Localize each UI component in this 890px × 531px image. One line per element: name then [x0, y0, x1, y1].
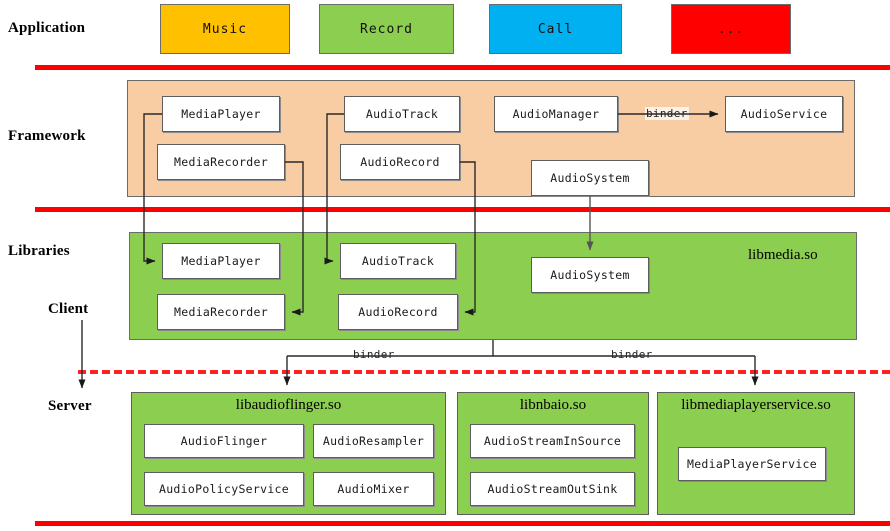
row-label-application: Application — [8, 20, 86, 36]
node-label: MediaRecorder — [174, 305, 268, 319]
server-node-audiostreamoutsink[interactable]: AudioStreamOutSink — [470, 472, 635, 506]
app-box-music[interactable]: Music — [160, 4, 290, 54]
node-label: MediaRecorder — [174, 155, 268, 169]
client-server-boundary — [78, 370, 890, 374]
app-box-other-label: ... — [717, 21, 745, 37]
server-group-libnbaio-title: libnbaio.so — [519, 397, 587, 413]
libmedia-caption: libmedia.so — [748, 247, 818, 263]
library-node-audiosystem[interactable]: AudioSystem — [531, 257, 649, 293]
server-node-audioflinger[interactable]: AudioFlinger — [144, 424, 304, 458]
node-label: AudioTrack — [361, 254, 435, 268]
row-label-libraries: Libraries — [8, 243, 70, 259]
separator-framework — [35, 207, 890, 212]
app-box-other[interactable]: ... — [671, 4, 791, 54]
node-label: AudioStreamInSource — [483, 434, 622, 448]
node-label: MediaPlayerService — [686, 457, 818, 471]
node-label: AudioSystem — [550, 171, 630, 185]
app-box-music-label: Music — [202, 21, 248, 37]
library-node-audiotrack[interactable]: AudioTrack — [340, 243, 456, 279]
separator-application — [35, 65, 890, 70]
node-label: AudioResampler — [322, 434, 425, 448]
row-label-client: Client — [48, 301, 89, 317]
node-label: AudioManager — [512, 107, 600, 121]
framework-node-mediarecorder[interactable]: MediaRecorder — [157, 144, 285, 180]
server-node-mediaplayerservice[interactable]: MediaPlayerService — [678, 447, 826, 481]
server-group-libmediaplayerservice-title: libmediaplayerservice.so — [681, 397, 831, 413]
node-label: AudioSystem — [550, 268, 630, 282]
app-box-record-label: Record — [360, 21, 413, 37]
framework-binder-label: binder — [645, 107, 689, 120]
framework-node-audiosystem[interactable]: AudioSystem — [531, 160, 649, 196]
library-node-mediarecorder[interactable]: MediaRecorder — [157, 294, 285, 330]
framework-node-audioservice[interactable]: AudioService — [725, 96, 843, 132]
row-label-framework: Framework — [8, 128, 86, 144]
architecture-diagram: Application Framework Libraries Client S… — [0, 0, 890, 531]
library-node-mediaplayer[interactable]: MediaPlayer — [162, 243, 280, 279]
node-label: AudioMixer — [337, 482, 410, 496]
row-label-server: Server — [48, 398, 92, 414]
node-label: AudioTrack — [365, 107, 439, 121]
server-node-audiostreaminsource[interactable]: AudioStreamInSource — [470, 424, 635, 458]
app-box-call-label: Call — [537, 21, 574, 37]
framework-node-mediaplayer[interactable]: MediaPlayer — [162, 96, 280, 132]
framework-node-audiorecord[interactable]: AudioRecord — [340, 144, 460, 180]
node-label: AudioRecord — [360, 155, 440, 169]
library-node-audiorecord[interactable]: AudioRecord — [338, 294, 458, 330]
framework-node-audiomanager[interactable]: AudioManager — [494, 96, 618, 132]
app-box-call[interactable]: Call — [489, 4, 622, 54]
binder-label-left: binder — [352, 348, 396, 361]
node-label: AudioService — [740, 107, 828, 121]
node-label: AudioPolicyService — [158, 482, 290, 496]
binder-label-right: binder — [610, 348, 654, 361]
node-label: AudioStreamOutSink — [487, 482, 618, 496]
node-label: MediaPlayer — [181, 107, 261, 121]
server-node-audiopolicyservice[interactable]: AudioPolicyService — [144, 472, 304, 506]
app-box-record[interactable]: Record — [319, 4, 454, 54]
node-label: MediaPlayer — [181, 254, 261, 268]
node-label: AudioFlinger — [180, 434, 268, 448]
framework-node-audiotrack[interactable]: AudioTrack — [344, 96, 460, 132]
server-group-libaudioflinger-title: libaudioflinger.so — [235, 397, 342, 413]
server-node-audiomixer[interactable]: AudioMixer — [313, 472, 434, 506]
server-node-audioresampler[interactable]: AudioResampler — [313, 424, 434, 458]
separator-bottom — [35, 521, 890, 526]
node-label: AudioRecord — [358, 305, 438, 319]
